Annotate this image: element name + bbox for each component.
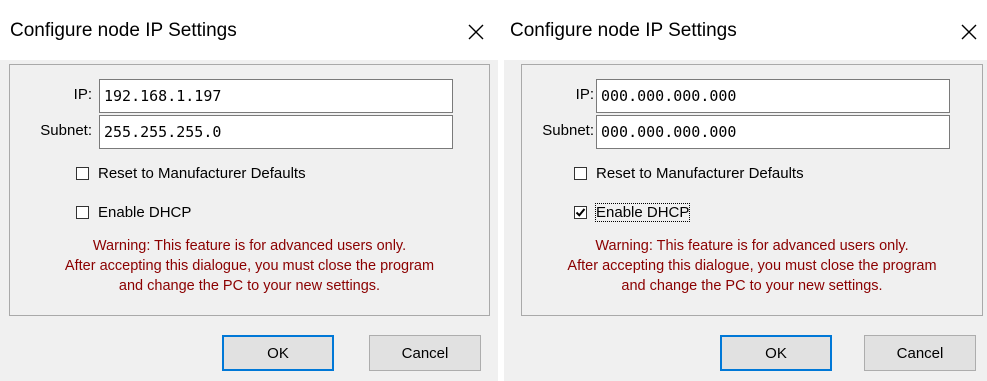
settings-group-frame: IP: 000.000.000.000 Subnet: 000.000.000.… xyxy=(521,64,983,316)
warning-line-3: and change the PC to your new settings. xyxy=(621,278,883,294)
enable-dhcp-checkbox-row[interactable]: Enable DHCP xyxy=(574,202,691,222)
subnet-label: Subnet: xyxy=(40,122,92,139)
enable-dhcp-checkbox[interactable] xyxy=(76,205,89,219)
enable-dhcp-label[interactable]: Enable DHCP xyxy=(594,202,691,222)
title-bar: Configure node IP Settings xyxy=(504,0,987,60)
ip-settings-dialog-right: Configure node IP Settings IP: 000.000.0… xyxy=(504,0,987,381)
reset-defaults-label[interactable]: Reset to Manufacturer Defaults xyxy=(596,165,804,182)
title-bar: Configure node IP Settings xyxy=(0,0,498,60)
warning-line-3: and change the PC to your new settings. xyxy=(118,278,381,294)
ip-settings-dialog-left: Configure node IP Settings IP: 192.168.1… xyxy=(0,0,498,381)
reset-defaults-checkbox[interactable] xyxy=(76,166,89,180)
cancel-button[interactable]: Cancel xyxy=(864,335,976,371)
reset-defaults-checkbox[interactable] xyxy=(574,166,587,180)
enable-dhcp-checkbox-row[interactable]: Enable DHCP xyxy=(76,202,191,222)
enable-dhcp-checkbox[interactable] xyxy=(574,205,587,219)
enable-dhcp-label[interactable]: Enable DHCP xyxy=(98,204,191,221)
reset-defaults-label[interactable]: Reset to Manufacturer Defaults xyxy=(98,165,306,182)
cancel-button[interactable]: Cancel xyxy=(369,335,481,371)
dialog-title: Configure node IP Settings xyxy=(510,20,737,41)
warning-line-2: After accepting this dialogue, you must … xyxy=(64,258,435,274)
close-icon[interactable] xyxy=(463,19,489,45)
close-icon[interactable] xyxy=(956,19,982,45)
ok-button[interactable]: OK xyxy=(720,335,832,371)
warning-line-2: After accepting this dialogue, you must … xyxy=(567,258,937,274)
subnet-label: Subnet: xyxy=(542,122,594,139)
ip-input[interactable]: 192.168.1.197 xyxy=(99,79,453,113)
ip-input[interactable]: 000.000.000.000 xyxy=(596,79,950,113)
warning-line-1: Warning: This feature is for advanced us… xyxy=(92,238,407,254)
reset-defaults-checkbox-row[interactable]: Reset to Manufacturer Defaults xyxy=(574,163,804,183)
warning-line-1: Warning: This feature is for advanced us… xyxy=(595,238,909,254)
subnet-input[interactable]: 255.255.255.0 xyxy=(99,115,453,149)
checkmark-icon xyxy=(575,207,586,217)
ok-button[interactable]: OK xyxy=(222,335,334,371)
warning-text: Warning: This feature is for advanced us… xyxy=(522,236,982,296)
settings-group-frame: IP: 192.168.1.197 Subnet: 255.255.255.0 … xyxy=(9,64,490,316)
dialog-title: Configure node IP Settings xyxy=(10,20,237,41)
reset-defaults-checkbox-row[interactable]: Reset to Manufacturer Defaults xyxy=(76,163,306,183)
ip-label: IP: xyxy=(575,86,594,103)
subnet-input[interactable]: 000.000.000.000 xyxy=(596,115,950,149)
ip-label: IP: xyxy=(73,86,92,103)
warning-text: Warning: This feature is for advanced us… xyxy=(10,236,489,296)
